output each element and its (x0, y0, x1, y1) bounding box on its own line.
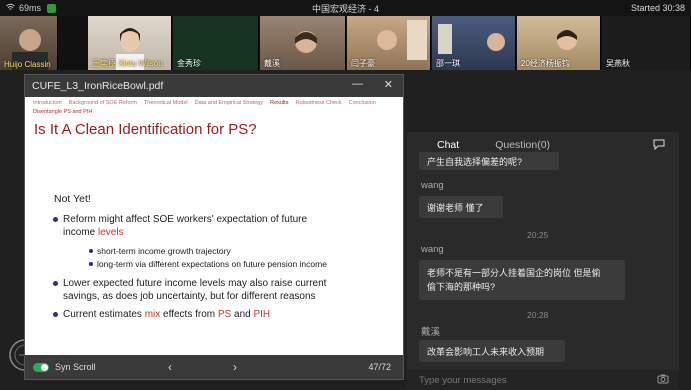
chat-message-text: 谢谢老师 懂了 (427, 202, 484, 213)
video-tile[interactable]: 吴燕秋 (602, 16, 691, 70)
sub-bullet-text: short-term income growth trajectory (97, 246, 231, 256)
sub-bullet-text: long-term via different expectations on … (97, 259, 327, 269)
nav-item[interactable]: Theoretical Model (144, 100, 188, 106)
video-tile[interactable]: Huijo Classin (0, 16, 58, 70)
tab-question[interactable]: Question(0) (495, 139, 550, 151)
bullet-text: Lower expected future income levels may … (63, 278, 327, 289)
video-strip: Huijo Classin 王奕臣 Xintu Wilson 金秀珍 戴溪 闫子… (0, 16, 691, 70)
chat-timestamp: 20:28 (527, 310, 549, 320)
bullet-text: effects from (160, 309, 218, 320)
minimize-icon[interactable]: — (352, 78, 363, 90)
nav-item[interactable]: Background of SOE Reform (69, 100, 137, 106)
chat-message: 谢谢老师 懂了 (419, 196, 503, 218)
chat-sender: wang (421, 180, 444, 191)
slide-title: Is It A Clean Identification for PS? (34, 121, 257, 138)
sub-bullet-item: long-term via different expectations on … (89, 259, 327, 269)
pdf-filename: CUFE_L3_IronRiceBowl.pdf (32, 80, 164, 92)
video-tile[interactable]: 20经济杨振钧 (517, 16, 601, 70)
participant-name: 金秀珍 (177, 59, 201, 68)
chat-sender: 戴溪 (421, 327, 441, 338)
slide-section-nav: Introduction Background of SOE Reform Th… (25, 97, 403, 109)
chat-message: 老师不是有一部分人挂着国企的岗位 但是偷 偷下海的那种吗? (419, 260, 625, 300)
nav-item[interactable]: Data and Empirical Strategy (195, 100, 263, 106)
chat-input[interactable]: Type your messages (407, 370, 679, 390)
bullet-text: Reform might affect SOE workers' expecta… (63, 214, 308, 225)
participant-name: 邵一琪 (436, 59, 460, 68)
session-timer: Started 30:38 (630, 3, 685, 13)
chat-message-text: 老师不是有一部分人挂着国企的岗位 但是偷 (427, 268, 601, 278)
top-bar: 69ms 中国宏观经济 - 4 Started 30:38 (0, 0, 691, 16)
pdf-bottom-bar: Syn Scroll ‹ › 47/72 (25, 355, 403, 379)
participant-name: 闫子豪 (351, 59, 375, 68)
bullet-item: Reform might affect SOE workers' expecta… (53, 213, 308, 239)
window-title: 中国宏观经济 - 4 (311, 3, 379, 14)
bullet-icon (53, 281, 58, 286)
participant-name: 20经济杨振钧 (521, 59, 570, 68)
highlight-text: levels (98, 227, 124, 238)
chat-message-text: 产生自我选择偏差的呢? (427, 156, 523, 167)
slide-text: Not Yet! (54, 193, 91, 205)
tab-chat[interactable]: Chat (437, 139, 459, 151)
bullet-icon (53, 217, 58, 222)
chat-message: 产生自我选择偏差的呢? (419, 152, 559, 170)
syn-scroll-label: Syn Scroll (55, 362, 96, 372)
chat-message-text: 偷下海的那种吗? (427, 282, 496, 292)
chat-message-text: 改革会影响工人未来收入预期 (427, 346, 545, 357)
page-indicator: 47/72 (368, 362, 391, 372)
nav-item[interactable]: Robustness Check (295, 100, 341, 106)
bullet-text: and (231, 309, 254, 320)
prev-page-icon[interactable]: ‹ (168, 360, 172, 374)
highlight-text: mix (144, 309, 161, 320)
syn-scroll-toggle[interactable] (33, 362, 49, 372)
bullet-icon (53, 312, 58, 317)
chat-timestamp: 20:25 (527, 230, 549, 240)
bullet-item: Current estimates mix effects from PS an… (53, 308, 271, 321)
video-tile[interactable]: 闫子豪 (347, 16, 431, 70)
pdf-viewer-window: CUFE_L3_IronRiceBowl.pdf — ✕ Introductio… (24, 74, 404, 380)
video-tile[interactable]: 王奕臣 Xintu Wilson (88, 16, 172, 70)
bullet-text: income (63, 227, 99, 238)
classroom-window: 69ms 中国宏观经济 - 4 Started 30:38 Huijo Clas… (0, 0, 691, 390)
subsection-label: Disentangle PS and PIH (33, 109, 93, 115)
close-icon[interactable]: ✕ (384, 78, 393, 91)
video-tile[interactable]: 邵一琪 (432, 16, 516, 70)
chat-sender: wang (421, 244, 444, 255)
highlight-text: PIH (253, 309, 271, 320)
sub-bullet-item: short-term income growth trajectory (89, 246, 231, 256)
participant-name: Huijo Classin (4, 60, 51, 69)
participant-name: 王奕臣 Xintu Wilson (92, 59, 163, 68)
bullet-text: Current estimates (63, 309, 145, 320)
pdf-titlebar: CUFE_L3_IronRiceBowl.pdf — ✕ (25, 75, 403, 97)
nav-item[interactable]: Introduction (33, 100, 62, 106)
highlight-text: PS (217, 309, 232, 320)
chat-bubble-icon[interactable] (653, 139, 665, 153)
next-page-icon[interactable]: › (233, 360, 237, 374)
nav-item-active[interactable]: Results (270, 100, 288, 106)
nav-item[interactable]: Conclusion (349, 100, 376, 106)
participant-name: 戴溪 (264, 59, 280, 68)
chat-message: 改革会影响工人未来收入预期 (419, 340, 565, 362)
bullet-text: savings, as does job uncertainty, but fo… (63, 291, 316, 302)
chat-panel: Chat Question(0) 产生自我选择偏差的呢? wang 谢谢老师 懂… (407, 132, 679, 390)
bullet-icon (89, 262, 93, 266)
video-tile[interactable]: 戴溪 (260, 16, 346, 70)
video-tile[interactable]: 金秀珍 (173, 16, 259, 70)
bullet-icon (89, 249, 93, 253)
chat-input-placeholder: Type your messages (419, 374, 507, 386)
bullet-item: Lower expected future income levels may … (53, 277, 327, 303)
participant-name: 吴燕秋 (606, 59, 630, 68)
camera-icon[interactable] (657, 374, 669, 387)
